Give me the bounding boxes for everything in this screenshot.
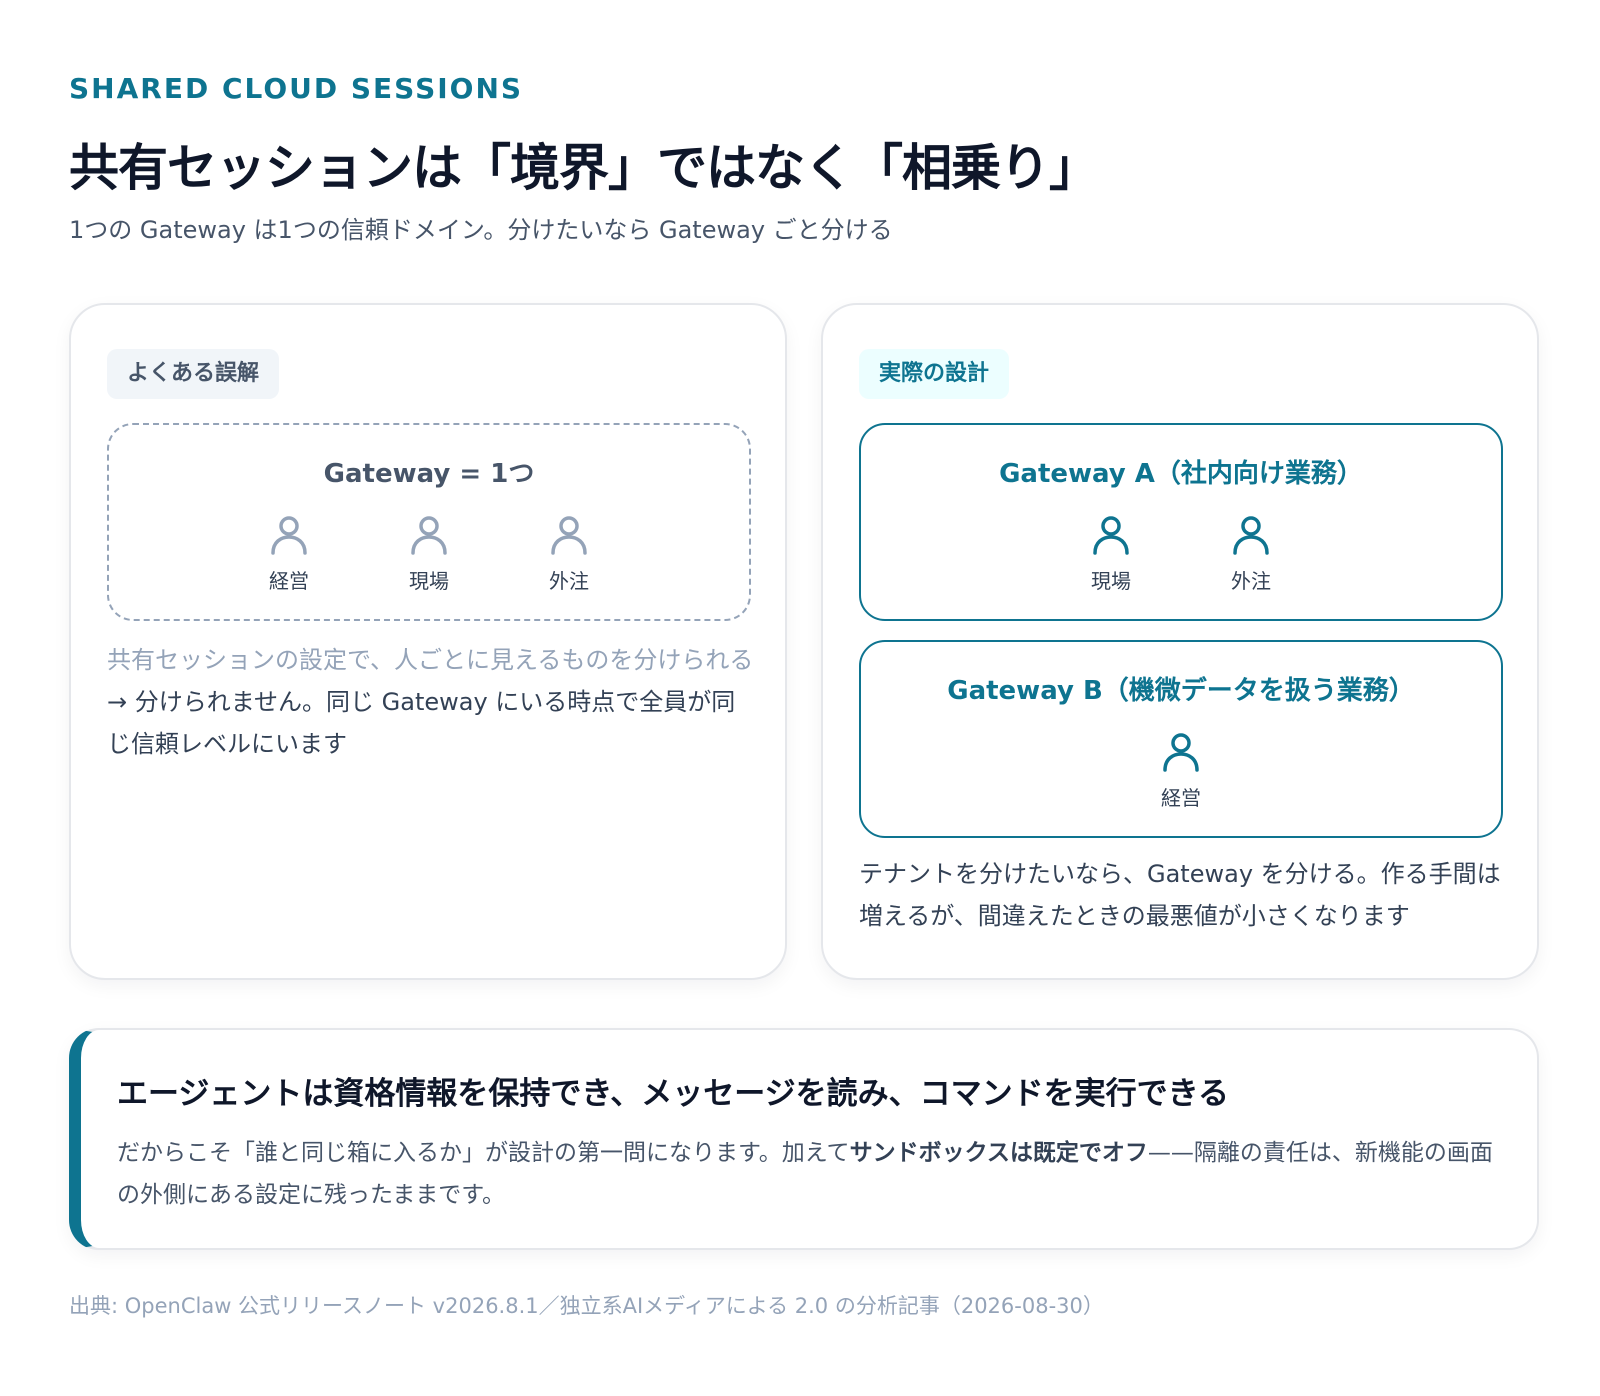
design-note: テナントを分けたいなら、Gateway を分ける。作る手間は増えるが、間違えたと… <box>859 860 1501 930</box>
person-item: 現場 <box>394 513 464 594</box>
callout-panel: エージェントは資格情報を保持でき、メッセージを読み、コマンドを実行できる だから… <box>69 1028 1539 1250</box>
person-item: 経営 <box>1146 730 1216 811</box>
design-tag: 実際の設計 <box>859 349 1010 399</box>
gateway-a-box: Gateway A（社内向け業務） 現場 外注 <box>859 423 1503 621</box>
person-item: 外注 <box>1216 513 1286 594</box>
page-title: 共有セッションは「境界」ではなく「相乗り」 <box>69 139 1099 197</box>
design-card: 実際の設計 Gateway A（社内向け業務） 現場 外注 Gateway B（… <box>821 303 1539 980</box>
person-icon <box>271 516 307 555</box>
gateway-b-title: Gateway B（機微データを扱う業務） <box>947 676 1415 706</box>
gateway-b-people: 経営 <box>861 730 1501 811</box>
gateway-a-title: Gateway A（社内向け業務） <box>999 459 1363 489</box>
source-citation: 出典: OpenClaw 公式リリースノート v2026.8.1／独立系AIメデ… <box>69 1294 1104 1318</box>
person-label: 経営 <box>1161 786 1201 810</box>
single-gateway-title: Gateway = 1つ <box>323 459 535 489</box>
misconception-notes: 共有セッションの設定で、人ごとに見えるものを分けられる → 分けられません。同じ… <box>107 639 757 765</box>
single-gateway-box: Gateway = 1つ 経営 現場 外注 <box>107 423 751 621</box>
person-icon <box>551 516 587 555</box>
callout-body: だからこそ「誰と同じ箱に入るか」が設計の第一問になります。加えてサンドボックスは… <box>117 1132 1507 1216</box>
person-icon <box>411 516 447 555</box>
person-label: 現場 <box>1091 569 1131 593</box>
callout-body-emphasis: サンドボックスは既定でオフ <box>849 1140 1148 1166</box>
person-item: 外注 <box>534 513 604 594</box>
person-icon <box>1093 516 1129 555</box>
person-label: 外注 <box>1231 569 1271 593</box>
single-gateway-people: 経営 現場 外注 <box>109 513 749 594</box>
person-item: 現場 <box>1076 513 1146 594</box>
gateway-b-box: Gateway B（機微データを扱う業務） 経営 <box>859 640 1503 838</box>
misconception-tag: よくある誤解 <box>107 349 280 399</box>
misconception-card: よくある誤解 Gateway = 1つ 経営 現場 外注 共有セッションの設定で… <box>69 303 787 980</box>
person-icon <box>1163 733 1199 772</box>
callout-title: エージェントは資格情報を保持でき、メッセージを読み、コマンドを実行できる <box>117 1076 1229 1112</box>
eyebrow-label: SHARED CLOUD SESSIONS <box>69 72 524 105</box>
person-icon <box>1233 516 1269 555</box>
gateway-a-people: 現場 外注 <box>861 513 1501 594</box>
person-label: 経営 <box>269 569 309 593</box>
misconception-claim: 共有セッションの設定で、人ごとに見えるものを分けられる <box>107 646 754 674</box>
page-subtitle: 1つの Gateway は1つの信頼ドメイン。分けたいなら Gateway ごと… <box>69 216 893 244</box>
person-label: 現場 <box>409 569 449 593</box>
person-label: 外注 <box>549 569 589 593</box>
misconception-correction: → 分けられません。同じ Gateway にいる時点で全員が同じ信頼レベルにいま… <box>107 688 736 758</box>
callout-body-lead: だからこそ「誰と同じ箱に入るか」が設計の第一問になります。加えて <box>117 1140 850 1166</box>
person-item: 経営 <box>254 513 324 594</box>
